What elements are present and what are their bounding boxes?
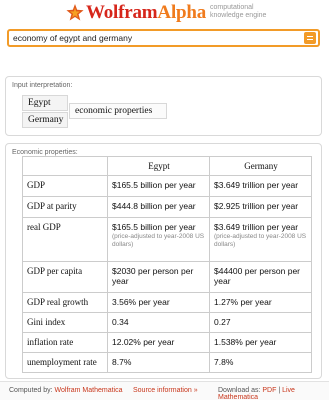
logo-wordmark: WolframAlpha xyxy=(86,2,206,24)
tagline-line-1: computational xyxy=(210,4,254,11)
cell-germany: 0.27 xyxy=(209,312,312,333)
row-label: Gini index xyxy=(22,312,108,333)
pod-title: Economic properties: xyxy=(12,149,78,156)
logo-tagline: computational knowledge engine xyxy=(210,4,266,20)
cell-germany: $3.649 trillion per year xyxy=(209,175,312,197)
cell-germany: 1.538% per year xyxy=(209,332,312,353)
cell-germany-value: $3.649 trillion per year xyxy=(214,222,299,232)
table-row: GDP per capita $2030 per person per year… xyxy=(22,261,312,293)
cell-germany: 1.27% per year xyxy=(209,292,312,313)
search-bar xyxy=(7,29,320,47)
row-label: GDP at parity xyxy=(22,196,108,218)
footer-separator: | xyxy=(278,387,281,394)
cell-egypt: 3.56% per year xyxy=(107,292,210,313)
table-row: real GDP $165.5 billion per year (price-… xyxy=(22,217,312,262)
cell-germany: 7.8% xyxy=(209,352,312,373)
table-row: inflation rate 12.02% per year 1.538% pe… xyxy=(22,332,312,353)
cell-germany: $44400 per person per year xyxy=(209,261,312,293)
row-label: unemployment rate xyxy=(22,352,108,373)
cell-egypt: $2030 per person per year xyxy=(107,261,210,293)
logo-word-wolfram: Wolfram xyxy=(86,2,158,23)
wolframalpha-logo[interactable]: WolframAlpha computational knowledge eng… xyxy=(0,1,329,27)
row-label: inflation rate xyxy=(22,332,108,353)
download-as: Download as: PDF | Live Mathematica xyxy=(218,387,329,400)
interpretation-property: economic properties xyxy=(69,103,167,119)
row-label: GDP real growth xyxy=(22,292,108,313)
source-information-link[interactable]: Source information » xyxy=(133,387,198,394)
cell-egypt: $444.8 billion per year xyxy=(107,196,210,218)
row-label: GDP xyxy=(22,175,108,197)
row-label: real GDP xyxy=(22,217,108,262)
cell-egypt: $165.5 billion per year xyxy=(107,175,210,197)
column-header-germany: Germany xyxy=(209,156,312,176)
header-empty xyxy=(22,156,108,176)
interpretation-entity-egypt: Egypt xyxy=(22,95,68,111)
logo-word-alpha: Alpha xyxy=(157,2,207,23)
row-label: GDP per capita xyxy=(22,261,108,293)
table-row: GDP real growth 3.56% per year 1.27% per… xyxy=(22,292,312,313)
table-row: unemployment rate 8.7% 7.8% xyxy=(22,352,312,373)
pdf-link[interactable]: PDF xyxy=(262,387,276,394)
table-header-row: Egypt Germany xyxy=(22,156,312,176)
computed-by-label: Computed by: xyxy=(9,387,53,394)
mathematica-link[interactable]: Wolfram Mathematica xyxy=(55,387,123,394)
price-adjusted-note: (price-adjusted to year-2008 US dollars) xyxy=(112,233,205,248)
cell-germany: $2.925 trillion per year xyxy=(209,196,312,218)
wolfram-star-icon xyxy=(66,4,84,21)
column-header-egypt: Egypt xyxy=(107,156,210,176)
tagline-line-2: knowledge engine xyxy=(210,12,267,19)
equals-icon-bar xyxy=(307,38,313,40)
economic-properties-table: Egypt Germany GDP $165.5 billion per yea… xyxy=(22,156,312,373)
cell-germany: $3.649 trillion per year (price-adjusted… xyxy=(209,217,312,262)
pod-title: Input interpretation: xyxy=(12,82,73,89)
table-row: Gini index 0.34 0.27 xyxy=(22,312,312,333)
cell-egypt: 0.34 xyxy=(107,312,210,333)
computed-by: Computed by: Wolfram Mathematica xyxy=(9,387,123,394)
cell-egypt: 8.7% xyxy=(107,352,210,373)
price-adjusted-note: (price-adjusted to year-2008 US dollars) xyxy=(214,233,307,248)
search-input[interactable] xyxy=(13,31,303,45)
table-row: GDP $165.5 billion per year $3.649 trill… xyxy=(22,175,312,197)
pod-footer: Computed by: Wolfram Mathematica Source … xyxy=(0,381,329,400)
table-row: GDP at parity $444.8 billion per year $2… xyxy=(22,196,312,218)
cell-egypt-value: $165.5 billion per year xyxy=(112,222,196,232)
equals-icon xyxy=(307,35,313,37)
search-submit-button[interactable] xyxy=(304,32,316,44)
cell-egypt: $165.5 billion per year (price-adjusted … xyxy=(107,217,210,262)
cell-egypt: 12.02% per year xyxy=(107,332,210,353)
interpretation-entity-germany: Germany xyxy=(22,112,68,128)
download-as-label: Download as: xyxy=(218,387,261,394)
